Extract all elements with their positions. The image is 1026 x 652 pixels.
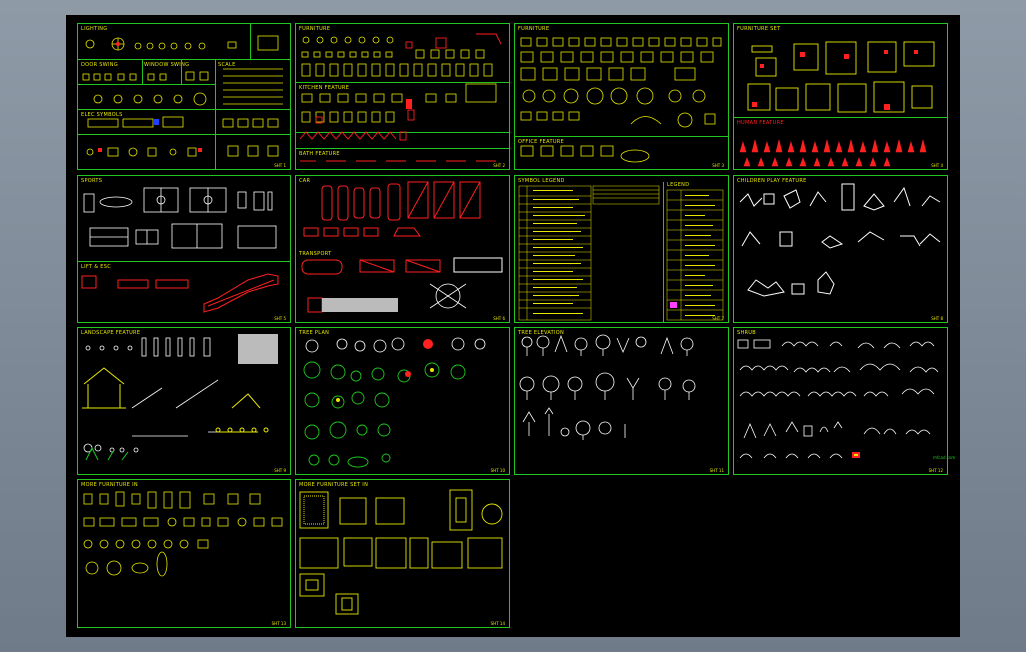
shrub-symbols: [737, 339, 939, 459]
sports-symbols: [81, 187, 279, 313]
drawing-sheet[interactable]: LIGHTING SCALE DOOR SWING WINDOW SWING E…: [66, 15, 960, 637]
panel-more-furniture[interactable]: MORE FURNITURE IN SHT 13: [77, 479, 291, 628]
panel-shrub[interactable]: SHRUB SHT 12: [733, 327, 948, 475]
panel-footer: SHT 6: [493, 316, 505, 321]
lighting-symbols: [82, 35, 283, 157]
panel-footer: SHT 13: [271, 621, 286, 626]
panel-car[interactable]: CAR TRANSPORT SHT 6: [295, 175, 510, 323]
panel-lighting[interactable]: LIGHTING SCALE DOOR SWING WINDOW SWING E…: [77, 23, 291, 170]
panel-furniture-kitchen[interactable]: FURNITURE KITCHEN FEATURE BATH FEATURE S…: [295, 23, 510, 170]
tree-plan-symbols: [303, 337, 486, 468]
more-furniture-set-symbols: [299, 489, 503, 615]
office-symbols: [520, 37, 722, 163]
furniture-set-symbols: [739, 41, 935, 167]
play-symbols: [739, 183, 941, 297]
legend-table: [518, 185, 724, 321]
watermark-text: mfcad.com: [933, 455, 956, 460]
panel-furniture-office[interactable]: FURNITURE OFFICE FEATURE SHT 3: [514, 23, 729, 170]
panel-footer: SHT 4: [931, 163, 943, 168]
panel-footer: SHT 1: [274, 163, 286, 168]
panel-more-furniture-set[interactable]: MORE FURNITURE SET IN SHT 14: [295, 479, 510, 628]
panel-footer: SHT 2: [493, 163, 505, 168]
panel-footer: SHT 12: [928, 468, 943, 473]
panel-symbol-legend[interactable]: SYMBOL LEGEND LEGEND SHT 7: [514, 175, 729, 323]
more-furniture-symbols: [83, 491, 283, 577]
panel-furniture-set[interactable]: FURNITURE SET HUMAN FEATURE SHT 4: [733, 23, 948, 170]
panel-footer: SHT 5: [274, 316, 286, 321]
panel-tree-plan[interactable]: TREE PLAN SHT 10: [295, 327, 510, 475]
panel-sports[interactable]: SPORTS LIFT & ESC SHT 5: [77, 175, 291, 323]
panel-footer: SHT 9: [274, 468, 286, 473]
panel-children-play[interactable]: CHILDREN PLAY FEATURE SHT 8: [733, 175, 948, 323]
panel-tree-elevation[interactable]: TREE ELEVATION SHT 11: [514, 327, 729, 475]
panel-footer: SHT 7: [712, 316, 724, 321]
landscape-symbols: [82, 334, 278, 461]
panel-footer: SHT 8: [931, 316, 943, 321]
panel-footer: SHT 11: [709, 468, 724, 473]
panel-footer: SHT 3: [712, 163, 724, 168]
panel-footer: SHT 14: [490, 621, 505, 626]
panel-footer: SHT 10: [490, 468, 505, 473]
kitchen-symbols: [299, 33, 502, 162]
panel-landscape-feature[interactable]: LANDSCAPE FEATURE SHT 9: [77, 327, 291, 475]
car-symbols: [301, 181, 503, 313]
tree-elevation-symbols: [519, 334, 696, 440]
